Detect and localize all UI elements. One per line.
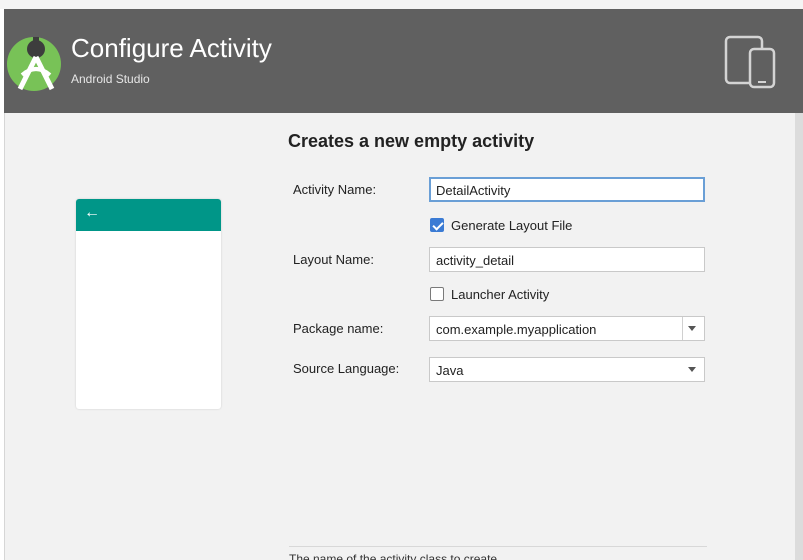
layout-name-label: Layout Name: [293,252,374,267]
package-name-value: com.example.myapplication [436,322,597,337]
package-name-dropdown[interactable]: com.example.myapplication [429,316,705,341]
back-arrow-icon: ← [84,204,100,221]
layout-name-value: activity_detail [436,253,515,268]
chevron-down-icon [688,367,696,372]
activity-name-input[interactable]: DetailActivity [429,177,705,202]
source-language-value: Java [436,363,464,378]
launcher-activity-label: Launcher Activity [451,287,550,302]
generate-layout-label: Generate Layout File [451,218,573,233]
android-studio-logo-icon [7,37,61,91]
activity-preview: ← [76,199,221,409]
generate-layout-checkbox[interactable] [430,218,444,232]
package-name-label: Package name: [293,321,384,336]
header-banner: Configure Activity Android Studio [4,9,803,113]
layout-name-input[interactable]: activity_detail [429,247,705,272]
package-dropdown-button[interactable] [682,317,704,340]
source-language-label: Source Language: [293,361,400,376]
window-top-strip [0,0,803,9]
page-title: Configure Activity [71,33,272,63]
preview-toolbar: ← [76,199,221,231]
footer-divider [289,546,707,547]
launcher-activity-checkbox[interactable] [430,287,444,301]
activity-name-label: Activity Name: [293,182,377,197]
chevron-down-icon [688,326,696,331]
activity-name-value: DetailActivity [436,183,511,198]
form-title: Creates a new empty activity [288,131,535,151]
window-edge [795,113,803,560]
source-language-dropdown[interactable]: Java [429,357,705,382]
page-subtitle: Android Studio [71,72,150,86]
field-hint: The name of the activity class to create [289,552,498,560]
devices-icon [724,35,776,89]
